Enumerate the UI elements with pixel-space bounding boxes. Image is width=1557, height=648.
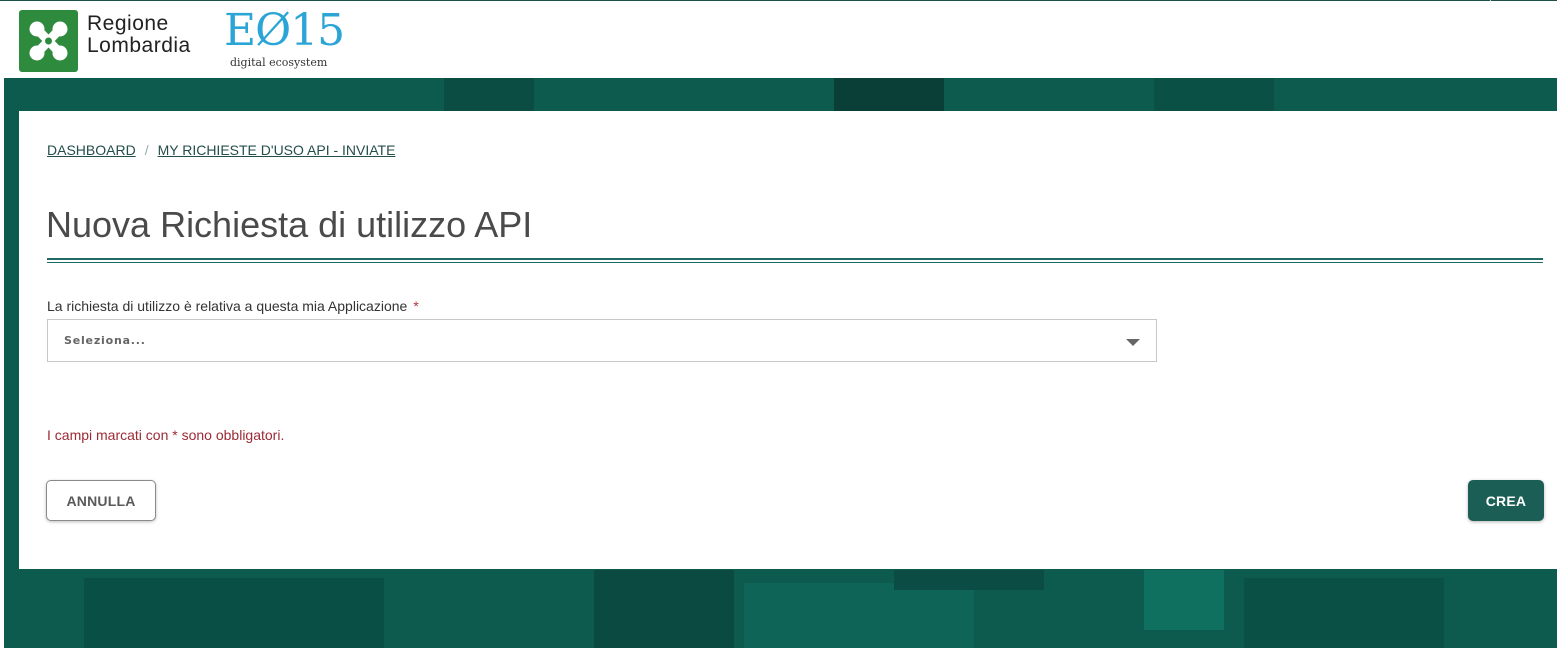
chevron-down-icon[interactable] — [1126, 339, 1140, 346]
application-select-placeholder: Seleziona... — [64, 334, 146, 347]
logo-line-1: Regione — [87, 12, 169, 35]
site-header: Regione Lombardia EØ15 digital ecosystem — [0, 1, 1557, 78]
breadcrumb: DASHBOARD / MY RICHIESTE D'USO API - INVIA… — [47, 142, 395, 158]
logo-line-2: Lombardia — [87, 34, 191, 57]
required-asterisk: * — [413, 298, 419, 314]
breadcrumb-dashboard-link[interactable]: DASHBOARD — [47, 142, 136, 158]
title-divider — [47, 258, 1543, 260]
e015-brand-mark[interactable]: EØ15 — [224, 7, 345, 55]
breadcrumb-separator: / — [144, 142, 149, 158]
bg-block — [744, 583, 974, 648]
bg-block — [84, 578, 384, 648]
cancel-button[interactable]: ANNULLA — [46, 480, 156, 521]
bg-block — [1244, 578, 1444, 648]
bg-block — [1144, 570, 1224, 630]
title-divider-thin — [47, 262, 1543, 263]
bg-block — [594, 570, 734, 648]
create-button[interactable]: CREA — [1468, 480, 1544, 521]
regione-lombardia-wordmark: Regione Lombardia — [87, 13, 191, 57]
page-title: Nuova Richiesta di utilizzo API — [46, 204, 533, 245]
application-label-text: La richiesta di utilizzo è relativa a qu… — [47, 298, 408, 314]
application-field-label: La richiesta di utilizzo è relativa a qu… — [47, 298, 419, 314]
bg-block — [894, 570, 1044, 590]
e015-brand-subtitle: digital ecosystem — [230, 56, 328, 69]
application-select[interactable]: Seleziona... — [47, 319, 1157, 362]
regione-lombardia-logo-icon[interactable] — [19, 10, 78, 72]
breadcrumb-my-requests-link[interactable]: MY RICHIESTE D'USO API - INVIATE — [158, 142, 396, 158]
required-fields-note: I campi marcati con * sono obbligatori. — [47, 427, 285, 443]
